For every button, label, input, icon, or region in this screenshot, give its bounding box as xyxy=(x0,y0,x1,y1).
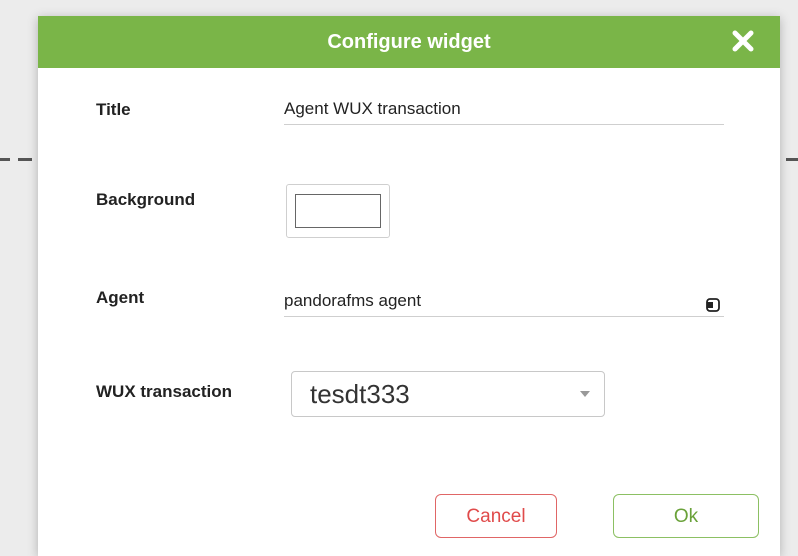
backdrop-divider xyxy=(18,158,32,161)
backdrop-divider xyxy=(786,158,798,161)
close-icon[interactable] xyxy=(730,28,756,54)
title-label: Title xyxy=(96,100,131,119)
agent-field[interactable]: pandorafms agent xyxy=(284,286,724,317)
cancel-button[interactable]: Cancel xyxy=(435,494,557,538)
backdrop-divider xyxy=(0,158,10,161)
dialog-titlebar: Configure widget xyxy=(38,16,780,68)
wux-transaction-label: WUX transaction xyxy=(96,382,233,401)
color-swatch xyxy=(295,194,381,228)
dialog-title: Configure widget xyxy=(327,31,491,53)
wux-transaction-value: tesdt333 xyxy=(310,379,410,409)
title-field[interactable]: Agent WUX transaction xyxy=(284,94,724,125)
background-color-picker[interactable] xyxy=(286,184,390,238)
chevron-down-icon xyxy=(580,391,590,397)
agent-label: Agent xyxy=(96,288,145,307)
ok-button[interactable]: Ok xyxy=(613,494,759,538)
configure-widget-dialog: Configure widget Title Agent WUX transac… xyxy=(38,16,780,556)
wux-transaction-select[interactable]: tesdt333 xyxy=(291,371,605,417)
agent-select-icon[interactable] xyxy=(704,293,722,312)
background-label: Background xyxy=(96,190,196,209)
agent-value: pandorafms agent xyxy=(284,291,422,310)
